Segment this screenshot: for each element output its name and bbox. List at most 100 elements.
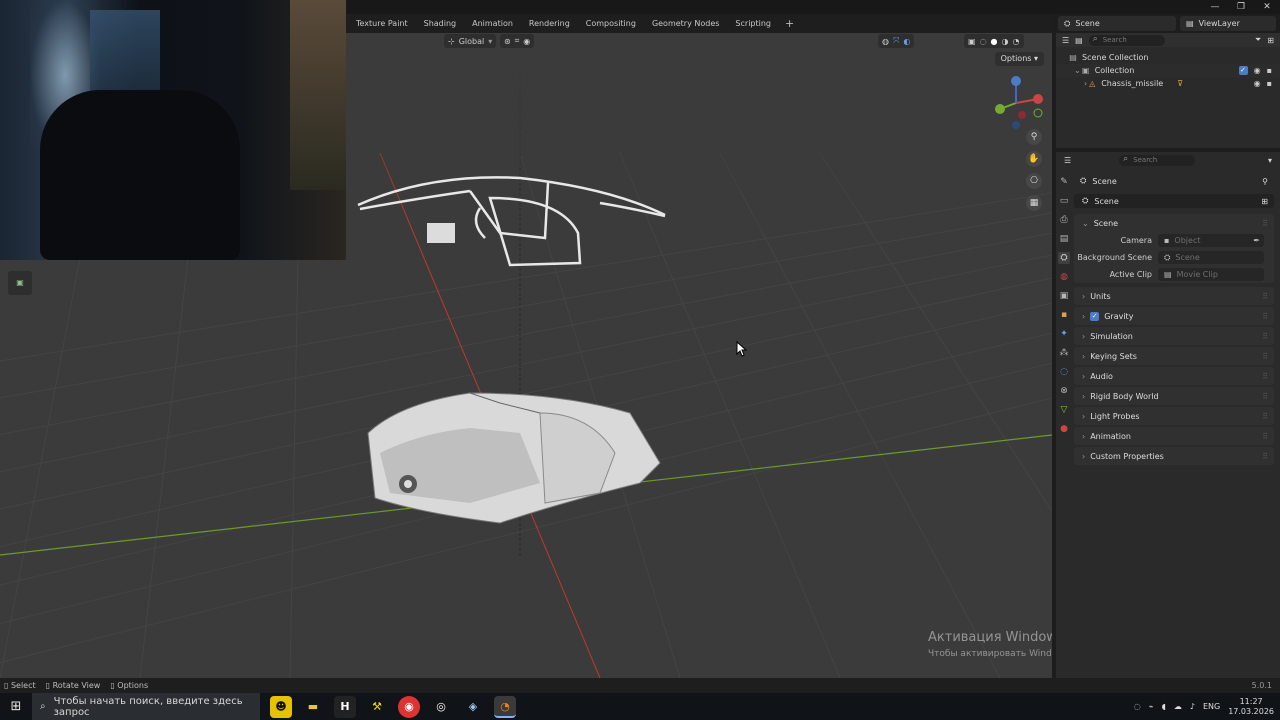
filter-icon[interactable]: ⏷ (1255, 35, 1261, 45)
wireframe-shading-icon[interactable]: ◌ (980, 37, 987, 46)
tray-volume-icon[interactable]: ◖ (1162, 702, 1166, 711)
chevron-down-icon[interactable]: ▾ (1268, 156, 1272, 165)
render-tab-icon[interactable]: ▭ (1058, 195, 1070, 207)
windows-start-icon[interactable]: ⊞ (0, 699, 32, 714)
camera-field[interactable]: ▪ Object ✒ (1158, 234, 1264, 247)
camera-render-icon[interactable]: ▪ (1267, 79, 1272, 88)
tab-rendering[interactable]: Rendering (521, 14, 578, 33)
chevron-down-icon[interactable]: ⌄ (1074, 66, 1081, 75)
output-tab-icon[interactable]: ⎙ (1058, 214, 1070, 226)
add-cube-tool-icon[interactable]: ▣ (8, 271, 32, 295)
drag-handle-icon[interactable]: ⠿ (1262, 332, 1268, 341)
gizmo-z-axis[interactable] (1011, 76, 1021, 86)
tab-geometry-nodes[interactable]: Geometry Nodes (644, 14, 727, 33)
gizmo-toggle-icon[interactable]: ⤧ (893, 36, 899, 46)
minimize-button[interactable]: — (1202, 0, 1228, 14)
pin-icon[interactable]: ⚲ (1262, 177, 1274, 186)
app-h-icon[interactable]: H (334, 695, 356, 718)
drag-handle-icon[interactable]: ⠿ (1262, 452, 1268, 461)
object-tab-icon[interactable]: ▪ (1058, 309, 1070, 321)
pan-hand-icon[interactable]: ✋ (1026, 151, 1042, 167)
drag-handle-icon[interactable]: ⠿ (1262, 352, 1268, 361)
eyedropper-icon[interactable]: ✒ (1253, 236, 1264, 245)
tab-shading[interactable]: Shading (416, 14, 465, 33)
editor-type-icon[interactable]: ☰ (1062, 36, 1069, 45)
restore-button[interactable]: ❐ (1228, 0, 1254, 14)
physics-tab-icon[interactable]: ◌ (1058, 366, 1070, 378)
tray-cloud-icon[interactable]: ☁ (1174, 702, 1182, 711)
rigid-body-world-panel[interactable]: › Rigid Body World ⠿ (1074, 387, 1274, 405)
tray-speaker-icon[interactable]: ♪ (1190, 702, 1195, 711)
tab-animation[interactable]: Animation (464, 14, 521, 33)
new-scene-icon[interactable]: ⊞ (1261, 197, 1274, 206)
drag-handle-icon[interactable]: ⠿ (1262, 312, 1268, 321)
units-panel[interactable]: › Units ⠿ (1074, 287, 1274, 305)
tree-row-collection[interactable]: ⌄ ▣ Collection ✓ ◉ ▪ (1056, 64, 1280, 77)
file-explorer-icon[interactable]: ▬ (302, 696, 324, 718)
steam-icon[interactable]: ◈ (462, 696, 484, 718)
drag-handle-icon[interactable]: ⠿ (1262, 219, 1268, 228)
drag-handle-icon[interactable]: ⠿ (1262, 412, 1268, 421)
particles-tab-icon[interactable]: ⁂ (1058, 347, 1070, 359)
tree-row-object[interactable]: › ◬ Chassis_missile ⊽ ◉ ▪ (1056, 77, 1280, 90)
chrome-icon[interactable]: ◉ (398, 695, 420, 718)
drag-handle-icon[interactable]: ⠿ (1262, 432, 1268, 441)
material-shading-icon[interactable]: ◑ (1002, 37, 1009, 46)
view-layer-tab-icon[interactable]: ▤ (1058, 233, 1070, 245)
data-tab-icon[interactable]: ▽ (1058, 404, 1070, 416)
audio-panel[interactable]: › Audio ⠿ (1074, 367, 1274, 385)
shading-mode-group[interactable]: ▣ ◌ ● ◑ ◔ (964, 34, 1024, 48)
scene-panel-header[interactable]: ⌄ Scene ⠿ (1074, 214, 1274, 232)
tool-tab-icon[interactable]: ✎ (1058, 176, 1070, 188)
background-scene-field[interactable]: ⛭ Scene (1158, 251, 1264, 264)
perspective-grid-icon[interactable]: ▦ (1026, 195, 1042, 211)
app-circle-icon[interactable]: ◎ (430, 696, 452, 718)
proportional-edit-icon[interactable]: ◉ (523, 37, 530, 46)
add-workspace-icon[interactable]: + (779, 17, 800, 30)
display-mode-icon[interactable]: ▤ (1075, 36, 1083, 45)
overlays-icon[interactable]: ◐ (903, 37, 910, 46)
drag-handle-icon[interactable]: ⠿ (1262, 392, 1268, 401)
constraints-tab-icon[interactable]: ⊗ (1058, 385, 1070, 397)
editor-type-icon[interactable]: ☰ (1064, 156, 1071, 165)
tray-network-icon[interactable]: ⌁ (1149, 702, 1154, 711)
exclude-checkbox[interactable]: ✓ (1238, 66, 1248, 75)
view-layer-selector[interactable]: ▤ ViewLayer (1180, 16, 1276, 31)
camera-view-icon[interactable]: ⎔ (1026, 173, 1042, 189)
material-tab-icon[interactable]: ● (1058, 423, 1070, 435)
snap-icon[interactable]: ⌗ (515, 36, 520, 46)
clock[interactable]: 11:27 17.03.2026 (1228, 697, 1274, 717)
simulation-panel[interactable]: › Simulation ⠿ (1074, 327, 1274, 345)
tab-compositing[interactable]: Compositing (578, 14, 644, 33)
gizmo-y-axis[interactable] (995, 104, 1005, 114)
outliner-search-input[interactable]: Search (1088, 34, 1165, 46)
scene-selector[interactable]: ⛭ Scene (1058, 16, 1176, 31)
drag-handle-icon[interactable]: ⠿ (1262, 292, 1268, 301)
solid-shading-icon[interactable]: ● (991, 37, 998, 46)
visibility-icon[interactable]: ◍ (882, 37, 889, 46)
eye-icon[interactable]: ◉ (1254, 66, 1261, 75)
gravity-panel[interactable]: › ✓ Gravity ⠿ (1074, 307, 1274, 325)
navigation-gizmo[interactable] (986, 73, 1046, 133)
gravity-checkbox[interactable]: ✓ (1090, 311, 1100, 321)
pivot-snap-group[interactable]: ⊛ ⌗ ◉ (500, 34, 535, 48)
app-tools-icon[interactable]: ⚒ (366, 696, 388, 718)
tab-texture-paint[interactable]: Texture Paint (348, 14, 416, 33)
transform-orientation-dropdown[interactable]: ⊹ Global ▾ (444, 34, 497, 48)
visibility-overlays-group[interactable]: ◍ ⤧ ◐ (878, 34, 915, 48)
light-probes-panel[interactable]: › Light Probes ⠿ (1074, 407, 1274, 425)
scene-name-field[interactable]: ⛭ Scene ⊞ (1074, 194, 1274, 208)
modifier-tab-icon[interactable]: ✦ (1058, 328, 1070, 340)
camera-render-icon[interactable]: ▪ (1267, 66, 1272, 75)
new-collection-icon[interactable]: ⊞ (1267, 36, 1274, 45)
collection-tab-icon[interactable]: ▣ (1058, 290, 1070, 302)
gizmo-x-axis[interactable] (1033, 94, 1043, 104)
close-button[interactable]: ✕ (1254, 0, 1280, 14)
tray-app-icon[interactable]: ◌ (1134, 702, 1141, 711)
properties-search-input[interactable]: Search (1119, 154, 1196, 166)
animation-panel[interactable]: › Animation ⠿ (1074, 427, 1274, 445)
scene-tab-icon[interactable]: ⛭ (1058, 252, 1070, 264)
custom-properties-panel[interactable]: › Custom Properties ⠿ (1074, 447, 1274, 465)
taskbar-search-box[interactable]: ⌕ Чтобы начать поиск, введите здесь запр… (32, 693, 260, 720)
app-emoji-icon[interactable]: ☻ (270, 695, 292, 718)
